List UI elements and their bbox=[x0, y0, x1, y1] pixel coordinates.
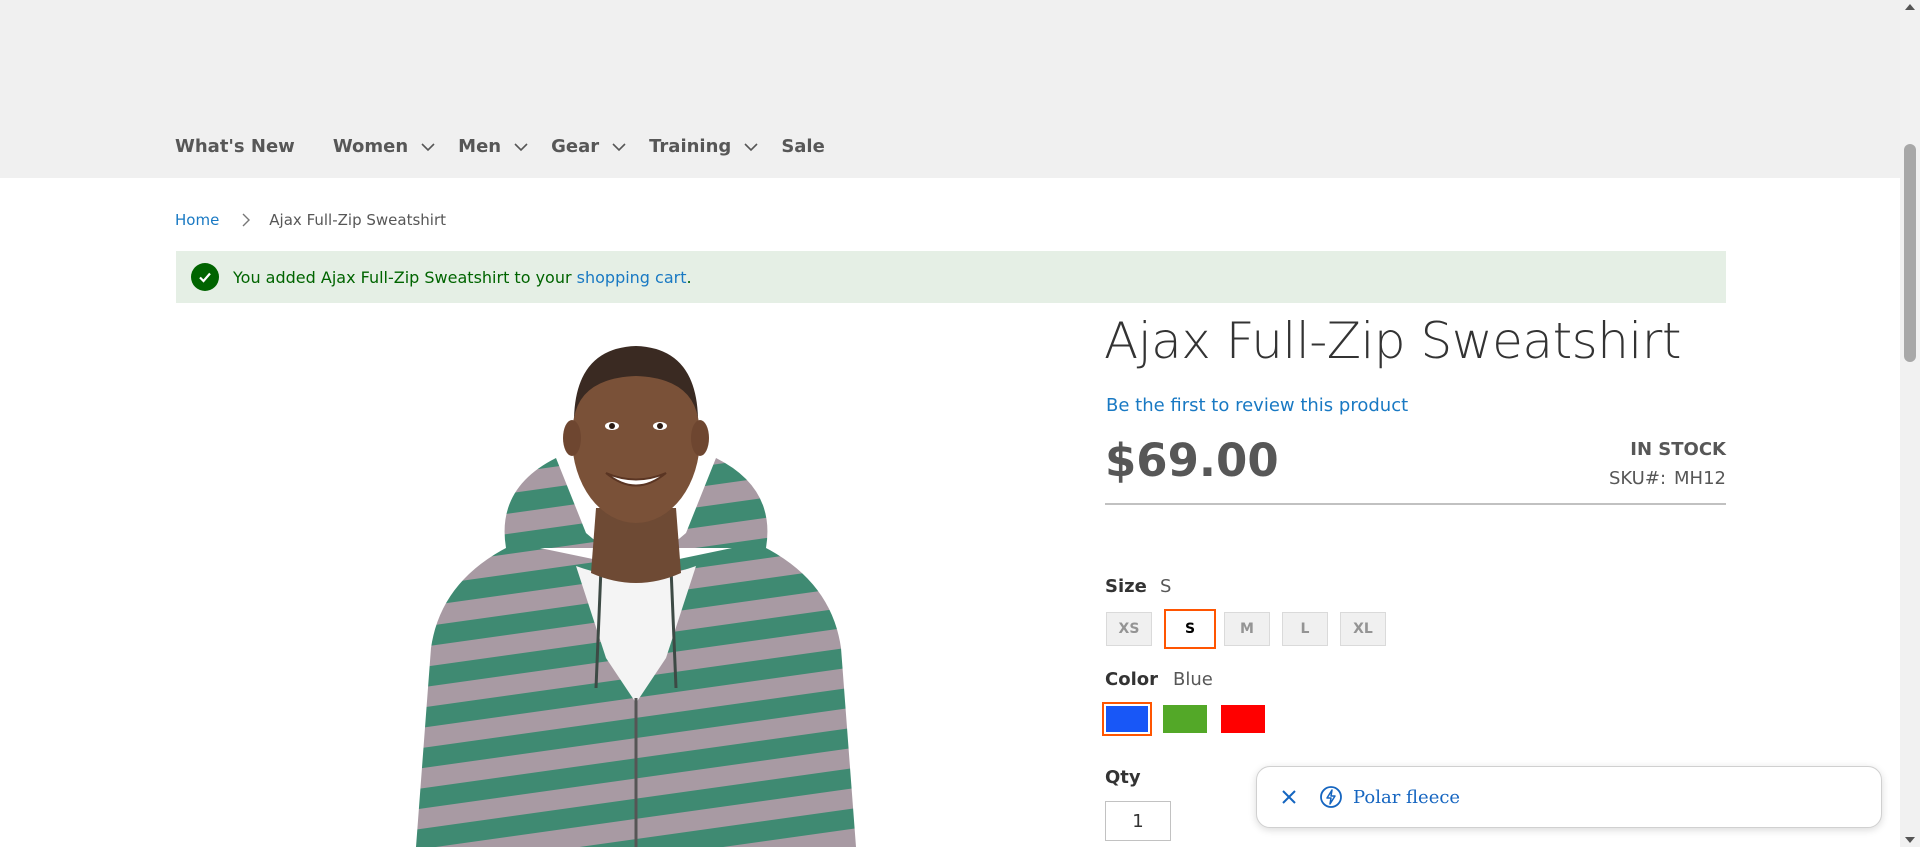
shopping-cart-link[interactable]: shopping cart bbox=[577, 268, 687, 287]
checkmark-icon bbox=[191, 263, 219, 291]
chevron-down-icon bbox=[612, 142, 626, 151]
success-message: You added Ajax Full-Zip Sweatshirt to yo… bbox=[176, 251, 1726, 303]
breadcrumb-home-link[interactable]: Home bbox=[175, 211, 219, 229]
color-label: Color bbox=[1105, 669, 1158, 690]
scrollbar-thumb[interactable] bbox=[1904, 144, 1916, 362]
qty-label: Qty bbox=[1105, 767, 1141, 788]
suggestion-toast: Polar fleece bbox=[1256, 766, 1882, 828]
product-image-gallery[interactable] bbox=[176, 318, 1096, 847]
nav-item-label: Gear bbox=[551, 136, 600, 157]
suggestion-text[interactable]: Polar fleece bbox=[1353, 787, 1460, 808]
nav-item-gear[interactable]: Gear bbox=[551, 136, 627, 157]
size-option-xl[interactable]: XL bbox=[1340, 612, 1386, 646]
product-price: $69.00 bbox=[1105, 434, 1279, 487]
scroll-up-arrow-icon[interactable] bbox=[1905, 4, 1915, 10]
nav-item-label: Men bbox=[458, 136, 502, 157]
sku: SKU#: MH12 bbox=[1609, 468, 1726, 489]
size-option-l[interactable]: L bbox=[1282, 612, 1328, 646]
nav-item-women[interactable]: Women bbox=[333, 136, 436, 157]
size-option-m[interactable]: M bbox=[1224, 612, 1270, 646]
chevron-down-icon bbox=[744, 142, 758, 151]
breadcrumb-current: Ajax Full-Zip Sweatshirt bbox=[269, 211, 446, 229]
divider bbox=[1105, 503, 1726, 505]
sku-value: MH12 bbox=[1674, 468, 1726, 489]
scroll-down-arrow-icon[interactable] bbox=[1905, 837, 1915, 843]
chevron-right-icon bbox=[242, 213, 251, 227]
nav-item-label: What's New bbox=[175, 136, 295, 157]
sku-label: SKU#: bbox=[1608, 468, 1667, 489]
breadcrumb: Home Ajax Full-Zip Sweatshirt bbox=[175, 211, 446, 229]
color-swatch-green[interactable] bbox=[1163, 705, 1207, 733]
size-options: XS S M L XL bbox=[1106, 609, 1398, 649]
color-swatch-blue[interactable] bbox=[1102, 702, 1152, 736]
nav-item-label: Women bbox=[332, 136, 409, 157]
nav-item-label: Sale bbox=[781, 136, 825, 157]
product-title: Ajax Full-Zip Sweatshirt bbox=[1104, 312, 1681, 370]
product-photo bbox=[416, 346, 856, 847]
chevron-down-icon bbox=[421, 142, 435, 151]
close-icon[interactable] bbox=[1279, 787, 1299, 807]
stock-status: IN STOCK bbox=[1630, 439, 1726, 460]
success-message-text: You added Ajax Full-Zip Sweatshirt to yo… bbox=[233, 268, 692, 287]
chevron-down-icon bbox=[514, 142, 528, 151]
size-option-xs[interactable]: XS bbox=[1106, 612, 1152, 646]
message-suffix: . bbox=[686, 267, 692, 287]
qty-input[interactable] bbox=[1105, 801, 1171, 841]
size-label: Size bbox=[1105, 576, 1147, 597]
size-selected-value: S bbox=[1160, 576, 1172, 597]
color-selected-value: Blue bbox=[1173, 669, 1213, 690]
size-option-s[interactable]: S bbox=[1164, 609, 1216, 649]
nav-item-whats-new[interactable]: What's New bbox=[175, 136, 295, 157]
nav-item-label: Training bbox=[649, 136, 732, 157]
lightning-icon bbox=[1320, 786, 1342, 808]
message-prefix: You added Ajax Full-Zip Sweatshirt to yo… bbox=[233, 267, 577, 287]
vertical-scrollbar[interactable] bbox=[1900, 0, 1920, 847]
nav-item-sale[interactable]: Sale bbox=[781, 136, 825, 157]
nav-item-training[interactable]: Training bbox=[649, 136, 759, 157]
color-options bbox=[1102, 702, 1279, 736]
main-nav: What's New Women Men Gear Training Sale bbox=[175, 136, 863, 157]
color-swatch-red[interactable] bbox=[1221, 705, 1265, 733]
review-link[interactable]: Be the first to review this product bbox=[1106, 395, 1408, 416]
nav-item-men[interactable]: Men bbox=[458, 136, 529, 157]
